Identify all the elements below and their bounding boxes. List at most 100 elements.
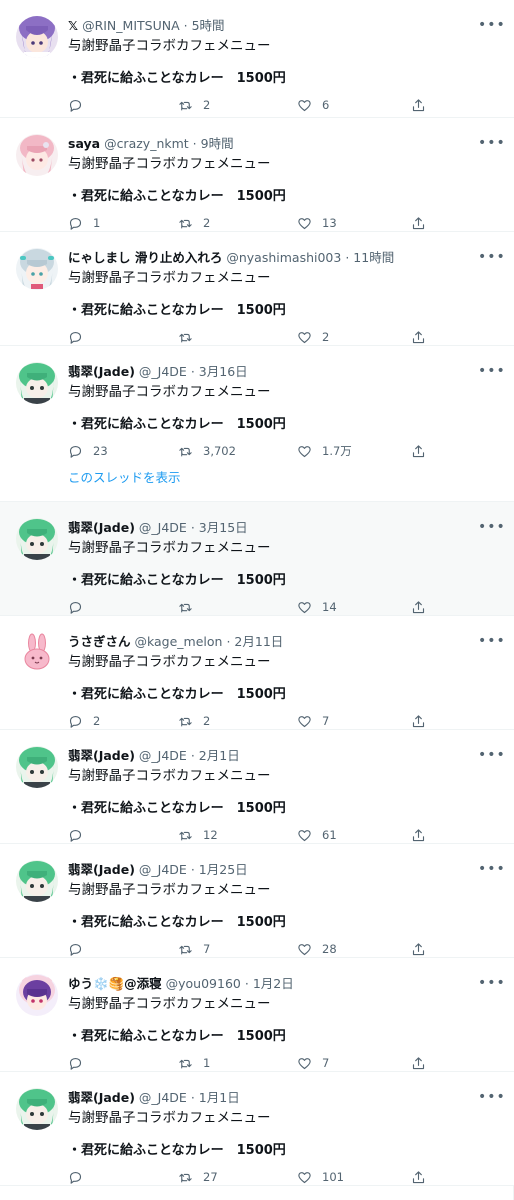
like-button[interactable]: 7: [297, 1054, 329, 1072]
more-options-icon[interactable]: •••: [478, 1090, 505, 1104]
more-options-icon[interactable]: •••: [478, 976, 505, 990]
user-name[interactable]: saya: [68, 136, 100, 151]
user-handle[interactable]: @you09160: [166, 976, 241, 991]
user-name[interactable]: ゆう❄️🥞@添寝: [68, 976, 162, 991]
share-button[interactable]: [411, 1054, 426, 1072]
user-handle[interactable]: @_J4DE: [139, 862, 187, 877]
reply-button[interactable]: [68, 598, 93, 616]
share-button[interactable]: [411, 712, 426, 730]
user-name[interactable]: 翡翠(Jade): [68, 748, 135, 763]
tweet[interactable]: 翡翠(Jade) @_J4DE · 3月16日 ••• 与謝野晶子コラボカフェメ…: [0, 346, 514, 502]
more-options-icon[interactable]: •••: [478, 634, 505, 648]
tweet[interactable]: にゃしまし 滑り止め入れろ @nyashimashi003 · 11時間 •••…: [0, 232, 514, 346]
retweet-button[interactable]: 27: [178, 1168, 218, 1186]
reply-button[interactable]: 1: [68, 214, 100, 232]
user-handle[interactable]: @kage_melon: [135, 634, 223, 649]
tweet-time[interactable]: 11時間: [353, 250, 394, 265]
reply-button[interactable]: [68, 1054, 93, 1072]
tweet-time[interactable]: 1月1日: [199, 1090, 240, 1105]
tweet[interactable]: 𝕏 @RIN_MITSUNA · 5時間 ••• 与謝野晶子コラボカフェメニュー…: [0, 0, 514, 118]
user-name[interactable]: 翡翠(Jade): [68, 520, 135, 535]
user-name[interactable]: にゃしまし 滑り止め入れろ: [68, 250, 222, 265]
tweet[interactable]: ゆう❄️🥞@添寝 @you09160 · 1月2日 ••• 与謝野晶子コラボカフ…: [0, 958, 514, 1072]
user-handle[interactable]: @crazy_nkmt: [104, 136, 189, 151]
user-handle[interactable]: @_J4DE: [139, 748, 187, 763]
tweet-time[interactable]: 2月11日: [234, 634, 283, 649]
tweet-time[interactable]: 9時間: [201, 136, 234, 151]
share-button[interactable]: [411, 940, 426, 958]
retweet-button[interactable]: 7: [178, 940, 210, 958]
retweet-button[interactable]: [178, 598, 203, 616]
user-name[interactable]: 翡翠(Jade): [68, 862, 135, 877]
purple-hood-avatar[interactable]: [16, 974, 58, 1016]
more-options-icon[interactable]: •••: [478, 748, 505, 762]
user-handle[interactable]: @_J4DE: [139, 364, 187, 379]
more-options-icon[interactable]: •••: [478, 136, 505, 150]
tweet-time[interactable]: 2月1日: [199, 748, 240, 763]
reply-button[interactable]: [68, 940, 93, 958]
like-button[interactable]: 1.7万: [297, 442, 352, 460]
user-handle[interactable]: @_J4DE: [139, 1090, 187, 1105]
like-button[interactable]: 13: [297, 214, 337, 232]
user-handle[interactable]: @_J4DE: [139, 520, 187, 535]
tweet[interactable]: 翡翠(Jade) @_J4DE · 3月15日 ••• 与謝野晶子コラボカフェメ…: [0, 502, 514, 616]
retweet-button[interactable]: [178, 328, 203, 346]
like-button[interactable]: 14: [297, 598, 337, 616]
reply-button[interactable]: 23: [68, 442, 108, 460]
green-hair-avatar[interactable]: [16, 746, 58, 788]
like-button[interactable]: 101: [297, 1168, 344, 1186]
more-options-icon[interactable]: •••: [478, 520, 505, 534]
green-hair-avatar[interactable]: [16, 860, 58, 902]
share-button[interactable]: [411, 214, 426, 232]
tweet-time[interactable]: 1月25日: [199, 862, 248, 877]
reply-button[interactable]: [68, 328, 93, 346]
user-handle[interactable]: @nyashimashi003: [226, 250, 341, 265]
tweet[interactable]: saya @crazy_nkmt · 9時間 ••• 与謝野晶子コラボカフェメニ…: [0, 118, 514, 232]
user-handle[interactable]: @RIN_MITSUNA: [82, 18, 180, 33]
retweet-button[interactable]: 3,702: [178, 442, 236, 460]
user-name[interactable]: 翡翠(Jade): [68, 364, 135, 379]
like-button[interactable]: 2: [297, 328, 329, 346]
share-button[interactable]: [411, 598, 426, 616]
retweet-button[interactable]: 2: [178, 712, 210, 730]
pink-hair-avatar[interactable]: [16, 134, 58, 176]
tweet-time[interactable]: 5時間: [192, 18, 225, 33]
user-name[interactable]: うさぎさん: [68, 634, 131, 649]
retweet-button[interactable]: 1: [178, 1054, 210, 1072]
more-options-icon[interactable]: •••: [478, 364, 505, 378]
tweet-time[interactable]: 3月15日: [199, 520, 248, 535]
more-options-icon[interactable]: •••: [478, 250, 505, 264]
retweet-button[interactable]: 2: [178, 214, 210, 232]
like-button[interactable]: 61: [297, 826, 337, 844]
green-hair-avatar[interactable]: [16, 362, 58, 404]
pink-rabbit-avatar[interactable]: [16, 632, 58, 674]
tweet-time[interactable]: 3月16日: [199, 364, 248, 379]
tweet[interactable]: うさぎさん @kage_melon · 2月11日 ••• 与謝野晶子コラボカフ…: [0, 616, 514, 730]
user-name[interactable]: 𝕏: [68, 18, 78, 33]
tweet[interactable]: 翡翠(Jade) @_J4DE · 1月25日 ••• 与謝野晶子コラボカフェメ…: [0, 844, 514, 958]
retweet-button[interactable]: 12: [178, 826, 218, 844]
green-hair-avatar[interactable]: [16, 518, 58, 560]
silver-hair-avatar[interactable]: [16, 248, 58, 290]
user-name[interactable]: 翡翠(Jade): [68, 1090, 135, 1105]
more-options-icon[interactable]: •••: [478, 862, 505, 876]
tweet[interactable]: 翡翠(Jade) @_J4DE · 1月1日 ••• 与謝野晶子コラボカフェメニ…: [0, 1072, 514, 1186]
show-thread-link[interactable]: このスレッドを表示: [68, 469, 181, 487]
share-button[interactable]: [411, 96, 426, 114]
tweet[interactable]: 翡翠(Jade) @_J4DE · 2月1日 ••• 与謝野晶子コラボカフェメニ…: [0, 730, 514, 844]
more-options-icon[interactable]: •••: [478, 18, 505, 32]
retweet-button[interactable]: 2: [178, 96, 210, 114]
reply-button[interactable]: [68, 1168, 93, 1186]
green-hair-avatar[interactable]: [16, 1088, 58, 1130]
reply-button[interactable]: 2: [68, 712, 100, 730]
like-button[interactable]: 7: [297, 712, 329, 730]
share-button[interactable]: [411, 1168, 426, 1186]
reply-button[interactable]: [68, 96, 93, 114]
tweet-time[interactable]: 1月2日: [253, 976, 294, 991]
purple-hair-avatar[interactable]: [16, 16, 58, 58]
share-button[interactable]: [411, 442, 426, 460]
like-button[interactable]: 28: [297, 940, 337, 958]
share-button[interactable]: [411, 328, 426, 346]
like-button[interactable]: 6: [297, 96, 329, 114]
share-button[interactable]: [411, 826, 426, 844]
